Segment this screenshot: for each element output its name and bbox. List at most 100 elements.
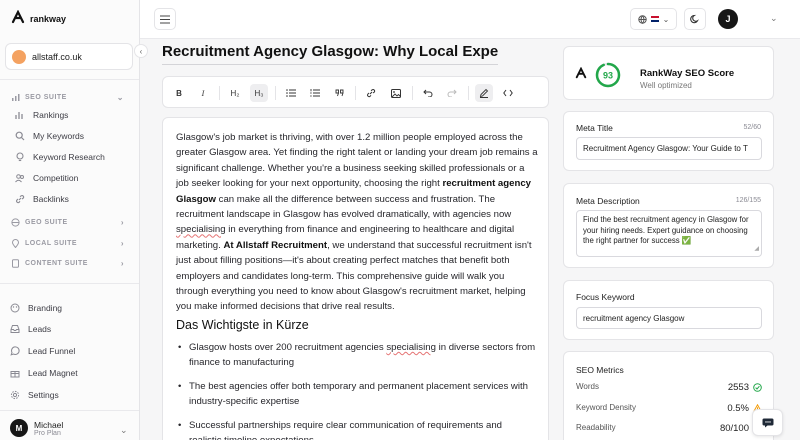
list-item: The best agencies offer both temporary a… [176,379,536,410]
quote-button[interactable] [330,84,348,102]
metric-words: Words 2553 [576,382,762,393]
metric-keyword-density: Keyword Density 0.5% [576,403,762,414]
redo-button[interactable] [443,84,461,102]
palette-icon [10,303,20,313]
sidebar-item-lead-magnet[interactable]: Lead Magnet [10,368,125,378]
section-label: SEO SUITE [25,93,67,101]
sidebar-item-label: Lead Funnel [28,346,76,356]
document-icon [10,258,20,268]
sidebar-item-settings[interactable]: Settings [10,390,125,400]
divider [0,79,139,80]
sidebar-item-lead-funnel[interactable]: Lead Funnel [10,346,125,356]
undo-button[interactable] [419,84,437,102]
bullet-list-button[interactable] [282,84,300,102]
sidebar-item-backlinks[interactable]: Backlinks [15,194,130,204]
meta-title-input[interactable]: Recruitment Agency Glasgow: Your Guide t… [576,137,762,160]
italic-button[interactable]: I [194,84,212,102]
meta-description-label: Meta Description [576,196,640,206]
chevron-down-icon[interactable]: ⌄ [120,425,128,436]
language-selector[interactable]: ⌄ [630,8,677,30]
section-content-suite[interactable]: CONTENT SUITE › [10,258,124,268]
insert-image-button[interactable] [387,84,405,102]
menu-toggle-button[interactable] [154,8,176,30]
sidebar-item-label: Backlinks [33,194,69,204]
section-label: LOCAL SUITE [25,239,78,247]
sidebar-item-label: My Keywords [33,131,85,141]
resize-handle-icon[interactable]: ◢ [754,244,759,255]
sidebar-item-competition[interactable]: Competition [15,173,130,183]
metric-label: Readability [576,423,616,432]
chat-widget-button[interactable] [752,409,783,436]
globe-icon [637,14,647,24]
bar-chart-icon [15,110,25,120]
user-plan: Pro Plan [34,429,61,437]
theme-toggle-button[interactable] [684,8,706,30]
section-geo-suite[interactable]: GEO SUITE › [10,217,124,227]
score-title: RankWay SEO Score [640,68,735,79]
heading-3-button[interactable]: H₃ [250,84,268,102]
gear-icon [10,390,20,400]
link-icon [15,194,25,204]
workspace-avatar [12,49,26,64]
section-local-suite[interactable]: LOCAL SUITE › [10,238,124,248]
metric-value: 2553 [727,382,749,393]
list-item: Glasgow hosts over 200 recruitment agenc… [176,340,536,371]
score-subtitle: Well optimized [640,81,692,90]
brand-logo[interactable]: rankway [10,9,66,28]
chevron-down-icon[interactable]: ⌄ [770,13,778,24]
sidebar-item-label: Leads [28,324,52,334]
list-item: Successful partnerships require clear co… [176,418,536,440]
sidebar-item-branding[interactable]: Branding [10,303,125,313]
spellcheck-word[interactable]: specialising [386,342,436,353]
spellcheck-word[interactable]: specialising [176,224,226,235]
editor-content[interactable]: Glasgow's job market is thriving, with o… [162,117,549,440]
user-menu[interactable]: M Michael Pro Plan [10,419,63,437]
meta-description-textarea[interactable]: Find the best recruitment agency in Glas… [576,210,762,257]
meta-description-count: 126/155 [735,197,761,204]
image-icon [391,88,401,98]
workspace-selector[interactable]: allstaff.co.uk [5,43,133,70]
collapse-sidebar-button[interactable]: ‹ [134,44,148,58]
insert-link-button[interactable] [362,84,380,102]
key-points-list: Glasgow hosts over 200 recruitment agenc… [176,340,536,440]
meta-title-card: Meta Title 52/60 Recruitment Agency Glas… [563,111,774,171]
meta-description-card: Meta Description 126/155 Find the best r… [563,183,774,268]
sidebar-item-keyword-research[interactable]: Keyword Research [15,152,130,162]
user-avatar: M [10,419,28,437]
seo-metrics-card: SEO Metrics Words 2553 Keyword Density 0… [563,351,774,440]
search-icon [15,131,25,141]
sidebar-item-my-keywords[interactable]: My Keywords [15,131,130,141]
sidebar-item-leads[interactable]: Leads [10,324,125,334]
user-info: Michael Pro Plan [34,420,63,437]
link-icon [367,89,376,98]
sidebar-item-label: Branding [28,303,63,313]
metric-value: 80/100 [719,423,749,434]
metric-value: 0.5% [727,403,749,414]
bold-company: At Allstaff Recruitment [223,239,328,251]
section-seo-suite[interactable]: SEO SUITE ⌄ [10,92,124,102]
bold-button[interactable]: B [170,84,188,102]
sidebar-item-rankings[interactable]: Rankings [15,110,130,120]
workspace-name: allstaff.co.uk [32,51,82,62]
intro-paragraph: Glasgow's job market is thriving, with o… [176,130,538,315]
heading-2-button[interactable]: H₂ [226,84,244,102]
toolbar-divider [275,86,276,100]
lightbulb-icon [15,152,25,162]
editor-toolbar: B I H₂ H₃ [162,76,549,108]
chevron-right-icon: › [120,238,124,248]
toolbar-divider [468,86,469,100]
focus-keyword-label: Focus Keyword [576,292,635,302]
visual-editor-button[interactable] [475,84,493,102]
logo-mark [574,66,588,82]
hamburger-icon [160,14,170,24]
focus-keyword-input[interactable]: recruitment agency Glasgow [576,307,762,329]
chart-icon [10,92,20,102]
article-title-input[interactable]: Recruitment Agency Glasgow: Why Local Ex… [162,43,498,65]
numbered-list-button[interactable] [306,84,324,102]
score-ring: 93 [595,62,621,88]
account-avatar[interactable]: J [718,9,738,29]
metric-value-wrap: 2553 [728,382,762,393]
meta-title-count: 52/60 [743,124,761,131]
pen-icon [479,88,489,98]
html-source-button[interactable] [499,84,517,102]
